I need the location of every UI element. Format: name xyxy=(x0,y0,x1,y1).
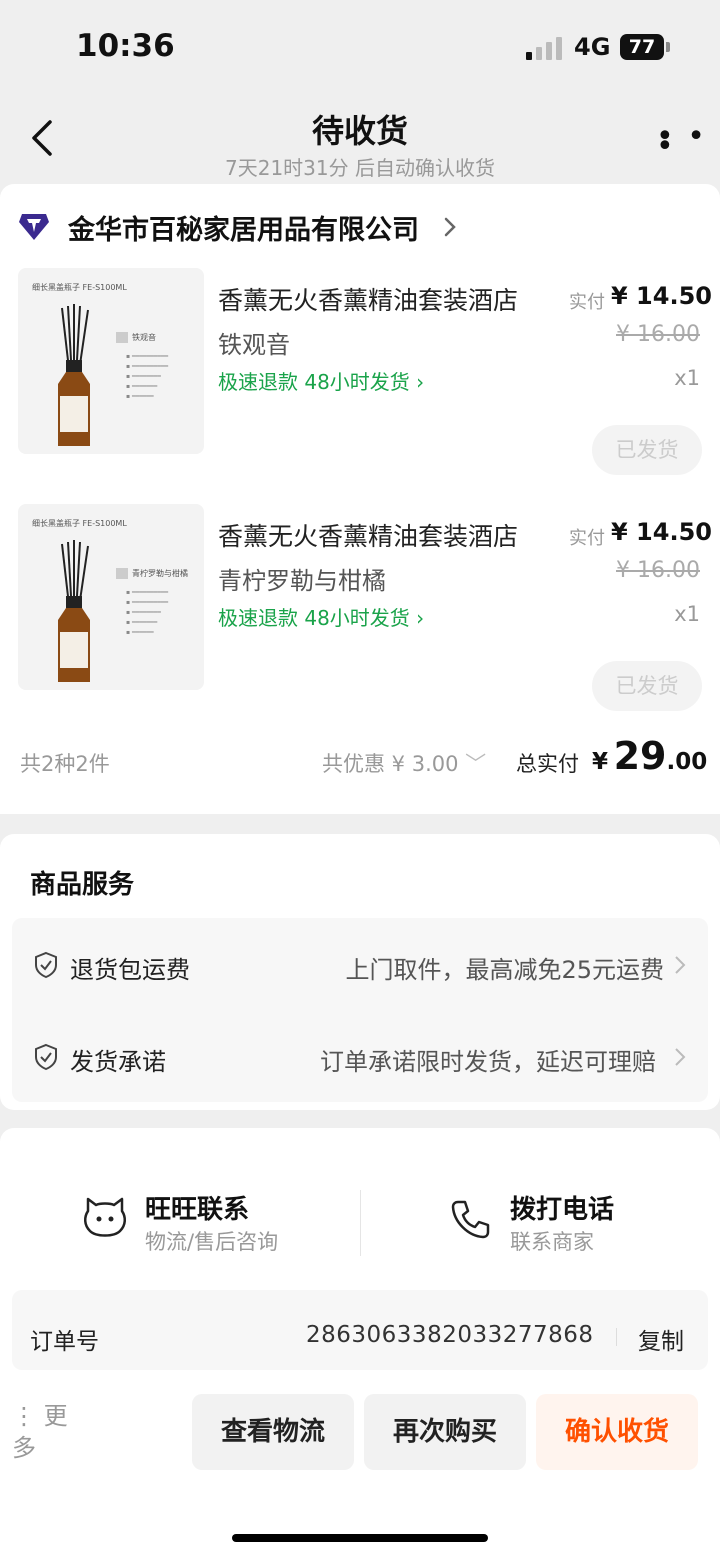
wangwang-contact-title[interactable]: 旺旺联系 xyxy=(145,1189,249,1226)
product-title[interactable]: 香薰无火香薰精油套装酒店 xyxy=(218,281,518,317)
promo-tags[interactable]: 极速退款 48小时发货 › xyxy=(218,602,424,631)
chevron-right-icon[interactable] xyxy=(442,215,458,239)
order-number-label: 订单号 xyxy=(30,1329,99,1355)
more-options-icon[interactable]: • • • xyxy=(656,122,720,162)
phone-icon[interactable] xyxy=(450,1198,492,1244)
wangwang-contact-sub: 物流/售后咨询 xyxy=(145,1230,279,1254)
divider xyxy=(360,1190,361,1256)
total-decimal: .00 xyxy=(666,749,708,775)
promo-tags[interactable]: 极速退款 48小时发货 › xyxy=(218,366,424,395)
shipped-status-button[interactable]: 已发货 xyxy=(592,425,702,475)
quantity: x1 xyxy=(674,366,700,390)
signal-icon xyxy=(526,36,564,60)
services-title: 商品服务 xyxy=(30,870,135,900)
shield-check-icon xyxy=(34,951,58,983)
network-label: 4G xyxy=(574,33,611,61)
diffuser-bottle-image xyxy=(58,540,90,682)
original-price: ¥ 16.00 xyxy=(616,322,700,347)
thumb-label: 细长黑盖瓶子 FE-S100ML xyxy=(32,519,127,528)
discount-text: 共优惠 ¥ 3.00 xyxy=(322,752,459,776)
call-merchant-title[interactable]: 拨打电话 xyxy=(510,1189,614,1226)
product-thumbnail[interactable]: 细长黑盖瓶子 FE-S100ML 铁观音 ▪ ━━━━━━━━━━ ▪ ━━━━━… xyxy=(18,268,204,454)
total-currency: ¥ xyxy=(592,749,609,775)
home-indicator xyxy=(232,1534,488,1542)
service-name[interactable]: 发货承诺 xyxy=(70,1042,166,1077)
thumb-tag: 铁观音 xyxy=(116,332,156,343)
service-desc[interactable]: 订单承诺限时发货，延迟可理赔 xyxy=(280,1042,656,1077)
diffuser-bottle-image xyxy=(58,304,90,446)
original-price: ¥ 16.00 xyxy=(616,558,700,583)
paid-price: ¥ 14.50 xyxy=(611,518,712,546)
paid-price: ¥ 14.50 xyxy=(611,282,712,310)
paid-label: 实付 xyxy=(569,292,605,313)
more-dots-icon: ⋮ xyxy=(12,1402,44,1430)
wangwang-icon[interactable] xyxy=(82,1195,128,1243)
battery-tip xyxy=(666,42,670,52)
call-merchant-sub: 联系商家 xyxy=(510,1230,594,1254)
item-count: 共2种2件 xyxy=(20,752,110,776)
shop-logo-icon xyxy=(18,212,50,242)
discount-toggle[interactable]: 共优惠 ¥ 3.00 ﹀ xyxy=(322,748,486,778)
more-actions-button[interactable]: ⋮ 更多 xyxy=(12,1400,72,1464)
status-time: 10:36 xyxy=(76,28,175,64)
product-spec: 铁观音 xyxy=(218,331,290,359)
paid-label: 实付 xyxy=(569,528,605,549)
battery-icon: 77 xyxy=(620,34,664,60)
chevron-right-icon[interactable] xyxy=(674,954,686,980)
product-title[interactable]: 香薰无火香薰精油套装酒店 xyxy=(218,517,518,553)
view-logistics-button[interactable]: 查看物流 xyxy=(192,1394,354,1470)
thumb-notes: ▪ ━━━━━━━━━━ ▪ ━━━━━━━━━━ ▪ ━━━━━━━━ ▪ ━━━━… xyxy=(126,589,169,636)
thumb-tag: 青柠罗勒与柑橘 xyxy=(116,568,188,579)
shop-name[interactable]: 金华市百秘家居用品有限公司 xyxy=(68,208,419,247)
copy-button[interactable]: 复制 xyxy=(638,1322,684,1356)
chevron-down-icon: ﹀ xyxy=(465,752,487,776)
auto-confirm-countdown: 7天21时31分 后自动确认收货 xyxy=(225,156,495,180)
service-name[interactable]: 退货包运费 xyxy=(70,950,190,985)
shield-check-icon xyxy=(34,1043,58,1075)
service-desc[interactable]: 上门取件，最高减免25元运费 xyxy=(300,950,664,985)
product-spec: 青柠罗勒与柑橘 xyxy=(218,567,386,595)
chevron-right-icon[interactable] xyxy=(674,1046,686,1072)
page-title: 待收货 xyxy=(311,112,408,150)
divider xyxy=(616,1328,617,1346)
thumb-label: 细长黑盖瓶子 FE-S100ML xyxy=(32,283,127,292)
total-integer: 29 xyxy=(613,734,667,778)
order-number: 2863063382033277868 xyxy=(306,1322,594,1348)
shipped-status-button[interactable]: 已发货 xyxy=(592,661,702,711)
confirm-receipt-button[interactable]: 确认收货 xyxy=(536,1394,698,1470)
product-thumbnail[interactable]: 细长黑盖瓶子 FE-S100ML 青柠罗勒与柑橘 ▪ ━━━━━━━━━━ ▪ ━… xyxy=(18,504,204,690)
quantity: x1 xyxy=(674,602,700,626)
total-amount: ¥ 29.00 xyxy=(592,734,707,778)
total-label: 总实付 xyxy=(516,752,579,776)
thumb-notes: ▪ ━━━━━━━━━━ ▪ ━━━━━━━━━━ ▪ ━━━━━━━━ ▪ ━━━━… xyxy=(126,353,169,400)
buy-again-button[interactable]: 再次购买 xyxy=(364,1394,526,1470)
